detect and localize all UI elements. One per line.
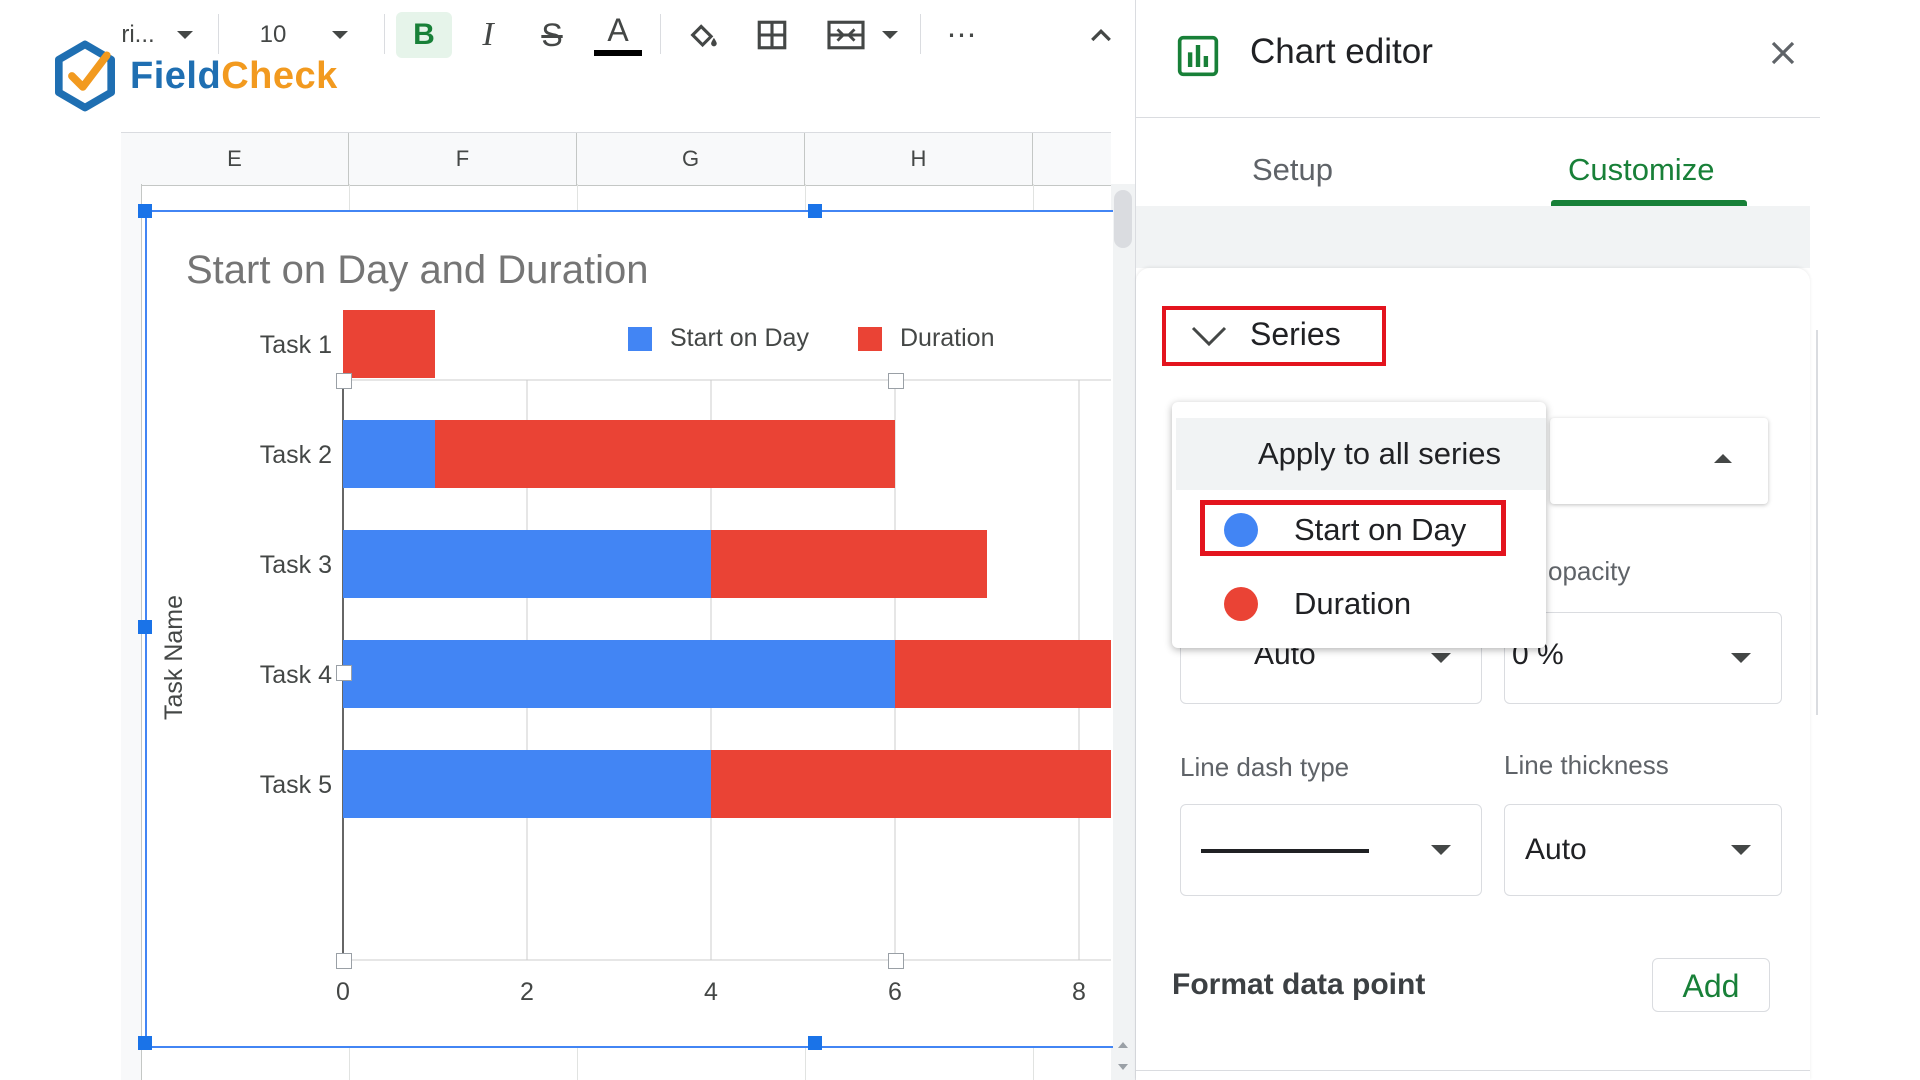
chevron-down-icon <box>1731 845 1751 855</box>
bar-segment <box>343 310 435 378</box>
y-category-label: Task 5 <box>260 771 332 799</box>
bar-segment <box>711 750 1111 818</box>
bar-segment <box>895 640 1111 708</box>
format-data-point-label: Format data point <box>1172 968 1426 1001</box>
header-divider <box>1136 117 1820 118</box>
series-color-dot <box>1224 587 1258 621</box>
bar-segment <box>343 750 711 818</box>
x-tick-label: 4 <box>704 978 718 1006</box>
line-dash-type-select[interactable] <box>1180 804 1482 896</box>
chevron-down-icon <box>1431 845 1451 855</box>
highlight-box <box>1162 306 1386 366</box>
tab-setup[interactable]: Setup <box>1252 152 1333 188</box>
bar-segment <box>343 420 435 488</box>
line-dash-type-label: Line dash type <box>1180 752 1350 782</box>
bar-segment <box>435 420 895 488</box>
solid-line-icon <box>1201 849 1369 853</box>
highlight-box <box>1200 500 1506 556</box>
y-category-label: Task 3 <box>260 551 332 579</box>
panel-background <box>1136 206 1810 268</box>
chevron-down-icon <box>1431 653 1451 663</box>
section-divider <box>1136 1070 1810 1071</box>
tab-customize[interactable]: Customize <box>1568 152 1714 188</box>
bar-segment <box>343 640 895 708</box>
menu-item-label: Duration <box>1294 586 1412 621</box>
point-opacity-label: opacity <box>1548 556 1631 586</box>
x-tick-label: 8 <box>1072 978 1086 1006</box>
bar-segment <box>711 530 987 598</box>
chevron-down-icon <box>1731 653 1751 663</box>
add-button[interactable]: Add <box>1652 958 1770 1012</box>
line-thickness-select[interactable]: Auto <box>1504 804 1782 896</box>
plot-handle[interactable] <box>336 373 352 389</box>
panel-scrollbar[interactable] <box>1816 330 1818 715</box>
chart-icon <box>1177 35 1219 77</box>
y-category-label: Task 1 <box>260 331 332 359</box>
plot-handle[interactable] <box>336 665 352 681</box>
bar-segment <box>343 530 711 598</box>
close-icon[interactable] <box>1768 38 1798 68</box>
menu-item-apply-all-label: Apply to all series <box>1258 436 1501 471</box>
chevron-up-icon[interactable] <box>1714 454 1732 463</box>
plot-handle[interactable] <box>336 953 352 969</box>
menu-item-duration[interactable]: Duration <box>1224 586 1411 622</box>
plot-handle[interactable] <box>888 373 904 389</box>
line-thickness-label: Line thickness <box>1504 750 1669 780</box>
series-select[interactable] <box>1550 418 1768 504</box>
line-thickness-value: Auto <box>1525 833 1587 866</box>
plot-handle[interactable] <box>888 953 904 969</box>
x-tick-label: 0 <box>336 978 350 1006</box>
y-category-label: Task 2 <box>260 441 332 469</box>
editor-title: Chart editor <box>1250 32 1433 71</box>
x-tick-label: 2 <box>520 978 534 1006</box>
y-category-label: Task 4 <box>260 661 332 689</box>
x-tick-label: 6 <box>888 978 902 1006</box>
